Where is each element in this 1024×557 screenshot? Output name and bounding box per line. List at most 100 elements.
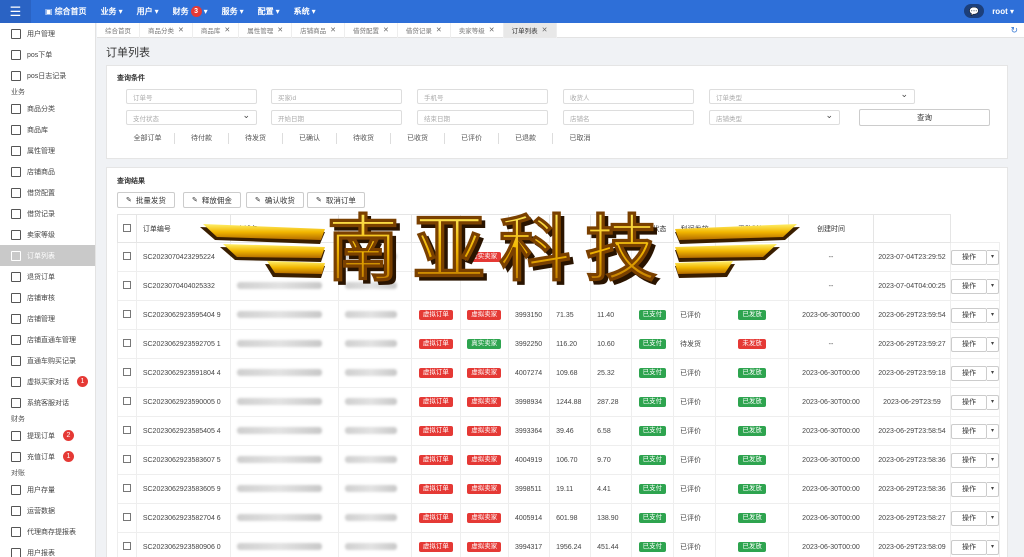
page-tab[interactable]: 订单列表 ✕ — [503, 22, 557, 38]
row-checkbox[interactable] — [122, 252, 131, 260]
row-checkbox[interactable] — [122, 484, 131, 492]
pay-status-select[interactable]: 支付状态 — [126, 110, 257, 125]
search-button[interactable]: 查询 — [859, 109, 990, 126]
nav-menu-service[interactable]: 服务 ▾ — [215, 6, 251, 17]
menu-toggle-icon[interactable]: ☰ — [0, 0, 31, 23]
caret-down-icon[interactable]: ▾ — [987, 249, 999, 265]
sidebar-item[interactable]: 退货订单 — [0, 266, 95, 287]
nav-menu-system[interactable]: 系统 ▾ — [287, 6, 323, 17]
status-tab[interactable]: 已确认 — [283, 133, 337, 144]
page-tab[interactable]: 借贷记录 ✕ — [398, 22, 451, 38]
sidebar-item[interactable]: 店铺管理 — [0, 308, 95, 329]
caret-down-icon[interactable]: ▾ — [987, 539, 999, 555]
operate-button[interactable]: 操作 — [951, 394, 987, 410]
buyer-id-input[interactable]: 买家id — [271, 89, 402, 104]
page-tab[interactable]: 属性管理 ✕ — [239, 22, 293, 38]
refresh-icon[interactable]: ↻ — [1010, 25, 1018, 36]
nav-menu-config[interactable]: 配置 ▾ — [251, 6, 287, 17]
sidebar-item[interactable]: 运营数据 — [0, 500, 95, 521]
page-tab[interactable]: 店铺商品 ✕ — [292, 22, 345, 38]
caret-down-icon[interactable]: ▾ — [987, 307, 999, 323]
sidebar-item[interactable]: 充值订单 1 — [0, 446, 95, 467]
status-tab[interactable]: 已取消 — [553, 133, 607, 144]
row-checkbox[interactable] — [122, 281, 131, 289]
end-date-input[interactable]: 结束日期 — [417, 110, 548, 125]
close-icon[interactable]: ✕ — [330, 26, 336, 34]
sidebar-item[interactable]: 用户报表 — [0, 542, 95, 557]
row-checkbox[interactable] — [122, 513, 131, 521]
order-type-select[interactable]: 订单类型 — [709, 89, 915, 104]
nav-menu-finance[interactable]: 财务 3 ▾ — [166, 6, 215, 17]
page-tab[interactable]: 卖家等级 ✕ — [451, 22, 504, 38]
nav-menu-business[interactable]: 业务 ▾ — [94, 6, 130, 17]
sidebar-item[interactable]: 卖家等级 — [0, 224, 95, 245]
caret-down-icon[interactable]: ▾ — [987, 510, 999, 526]
status-tab[interactable]: 待发货 — [229, 133, 283, 144]
caret-down-icon[interactable]: ▾ — [987, 365, 999, 381]
sidebar-item[interactable]: 提现订单 2 — [0, 425, 95, 446]
operate-button[interactable]: 操作 — [951, 365, 987, 381]
status-tab[interactable]: 全部订单 — [121, 133, 175, 144]
sidebar-item[interactable]: 借贷配置 — [0, 182, 95, 203]
sidebar-item[interactable]: pos日志记录 — [0, 65, 95, 86]
row-checkbox[interactable] — [122, 455, 131, 463]
batch-ship-button[interactable]: ✎ 批量发货 — [117, 192, 175, 208]
operate-button[interactable]: 操作 — [951, 452, 987, 468]
status-tab[interactable]: 待付款 — [175, 133, 229, 144]
status-tab[interactable]: 待收货 — [337, 133, 391, 144]
receiver-input[interactable]: 收货人 — [563, 89, 694, 104]
page-tab[interactable]: 借贷配置 ✕ — [345, 22, 398, 38]
row-checkbox[interactable] — [122, 339, 131, 347]
operate-button[interactable]: 操作 — [951, 510, 987, 526]
caret-down-icon[interactable]: ▾ — [987, 423, 999, 439]
nav-menu-user[interactable]: 用户 ▾ — [130, 6, 166, 17]
close-icon[interactable]: ✕ — [383, 26, 389, 34]
phone-input[interactable]: 手机号 — [417, 89, 548, 104]
operate-button[interactable]: 操作 — [951, 249, 987, 265]
caret-down-icon[interactable]: ▾ — [987, 278, 999, 294]
page-tab[interactable]: 商品库 ✕ — [193, 22, 240, 38]
close-icon[interactable]: ✕ — [277, 26, 283, 34]
operate-button[interactable]: 操作 — [951, 307, 987, 323]
sidebar-item[interactable]: 店铺审核 — [0, 287, 95, 308]
close-icon[interactable]: ✕ — [436, 26, 442, 34]
sidebar-item[interactable]: 虚拟买家对话 1 — [0, 371, 95, 392]
operate-button[interactable]: 操作 — [951, 539, 987, 555]
operate-button[interactable]: 操作 — [951, 278, 987, 294]
row-checkbox[interactable] — [122, 426, 131, 434]
operate-button[interactable]: 操作 — [951, 481, 987, 497]
sidebar-item[interactable]: 系统客服对话 — [0, 392, 95, 413]
nav-home[interactable]: ▣ 综合首页 — [31, 6, 94, 17]
operate-button[interactable]: 操作 — [951, 423, 987, 439]
row-checkbox[interactable] — [122, 542, 131, 550]
caret-down-icon[interactable]: ▾ — [987, 394, 999, 410]
row-checkbox[interactable] — [122, 368, 131, 376]
start-date-input[interactable]: 开始日期 — [271, 110, 402, 125]
sidebar-item[interactable]: 商品库 — [0, 119, 95, 140]
sidebar-item[interactable]: 用户管理 — [0, 23, 95, 44]
sidebar-item[interactable]: 订单列表 — [0, 245, 95, 266]
order-no-input[interactable]: 订单号 — [126, 89, 257, 104]
user-menu[interactable]: root ▾ — [992, 7, 1014, 16]
sidebar-item[interactable]: pos下单 — [0, 44, 95, 65]
row-checkbox[interactable] — [122, 310, 131, 318]
caret-down-icon[interactable]: ▾ — [987, 336, 999, 352]
page-tab[interactable]: 综合首页 — [97, 22, 140, 38]
row-checkbox[interactable] — [122, 397, 131, 405]
sidebar-item[interactable]: 商品分类 — [0, 98, 95, 119]
caret-down-icon[interactable]: ▾ — [987, 452, 999, 468]
status-tab[interactable]: 已退款 — [499, 133, 553, 144]
close-icon[interactable]: ✕ — [178, 26, 184, 34]
status-tab[interactable]: 已评价 — [445, 133, 499, 144]
close-icon[interactable]: ✕ — [489, 26, 495, 34]
close-icon[interactable]: ✕ — [542, 26, 548, 34]
operate-button[interactable]: 操作 — [951, 336, 987, 352]
caret-down-icon[interactable]: ▾ — [987, 481, 999, 497]
status-tab[interactable]: 已收货 — [391, 133, 445, 144]
chat-icon[interactable]: 💬 — [964, 4, 985, 18]
sidebar-item[interactable]: 借贷记录 — [0, 203, 95, 224]
sidebar-item[interactable]: 属性管理 — [0, 140, 95, 161]
shop-name-input[interactable]: 店铺名 — [563, 110, 694, 125]
sidebar-item[interactable]: 直通车购买记录 — [0, 350, 95, 371]
sidebar-item[interactable]: 店铺商品 — [0, 161, 95, 182]
